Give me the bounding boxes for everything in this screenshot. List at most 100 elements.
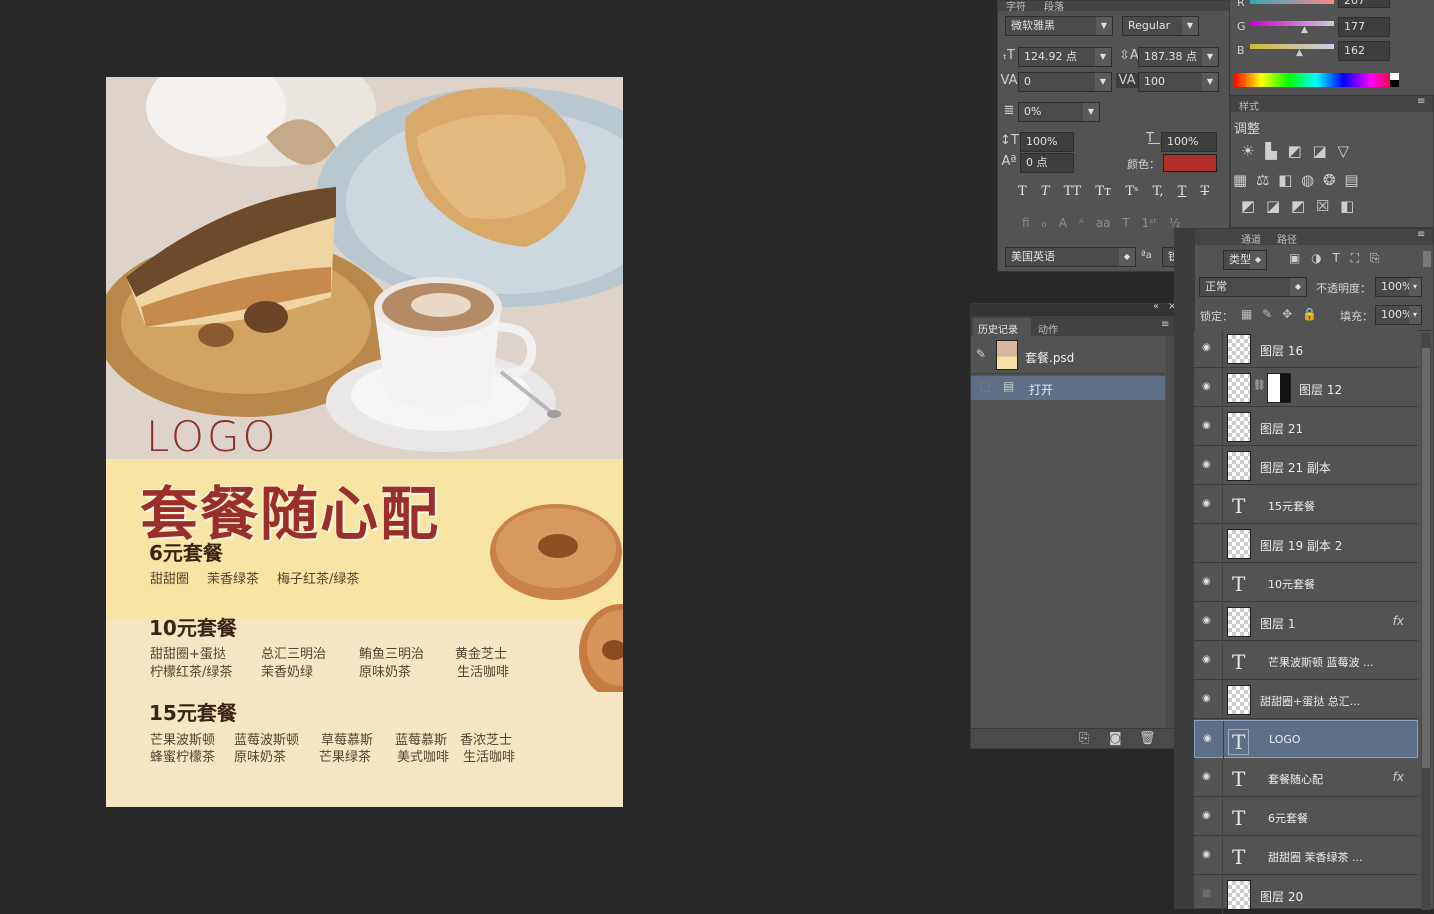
- layer-row[interactable]: ◉ 图层 16: [1194, 330, 1418, 368]
- eye-icon[interactable]: ◉: [1202, 654, 1216, 666]
- history-step-open[interactable]: ▤ 打开: [971, 376, 1165, 400]
- eye-icon[interactable]: ◉: [1202, 459, 1216, 471]
- tab-paths[interactable]: 路径: [1277, 231, 1297, 246]
- invert-icon[interactable]: ◩: [1241, 197, 1255, 215]
- brightness-icon[interactable]: ☀: [1241, 142, 1254, 160]
- pixel-filter-icon[interactable]: ▣: [1289, 251, 1300, 265]
- tab-actions[interactable]: 动作: [1038, 321, 1058, 336]
- eye-hidden-icon[interactable]: □: [1202, 537, 1216, 549]
- layer-row[interactable]: ◉ T 芒果波斯顿 蓝莓波 ...: [1194, 642, 1418, 680]
- b-slider-thumb-icon[interactable]: ▲: [1296, 48, 1303, 58]
- underline-icon[interactable]: T: [1178, 184, 1187, 199]
- levels-icon[interactable]: ▙: [1265, 142, 1277, 160]
- tab-styles[interactable]: 样式: [1239, 98, 1259, 113]
- font-style-select[interactable]: Regular ▼: [1122, 16, 1199, 36]
- lock-all-icon[interactable]: 🔒: [1302, 307, 1317, 321]
- history-brush-icon[interactable]: ✎: [976, 347, 986, 361]
- eye-icon[interactable]: ◉: [1202, 810, 1216, 822]
- language-select[interactable]: 美国英语 ◆: [1005, 247, 1136, 267]
- bw-swatch[interactable]: [1390, 73, 1399, 87]
- horizontal-scale-input[interactable]: 100%: [1161, 132, 1217, 152]
- blend-mode-select[interactable]: 正常 ◆: [1199, 277, 1307, 297]
- chain-link-icon[interactable]: ⛓: [1253, 380, 1266, 391]
- layer-effects-icon[interactable]: fx: [1393, 614, 1404, 628]
- layer-row[interactable]: ◉ ⛓ 图层 12: [1194, 369, 1418, 407]
- layer-row-selected[interactable]: ◉ T LOGO: [1194, 720, 1418, 759]
- kerning-select[interactable]: 0 ▼: [1018, 72, 1112, 92]
- lock-paint-icon[interactable]: ✎: [1262, 307, 1272, 321]
- eye-icon[interactable]: ◉: [1202, 576, 1216, 588]
- r-input[interactable]: 207: [1338, 0, 1390, 8]
- collapse-icon[interactable]: «: [1153, 301, 1159, 312]
- eye-icon[interactable]: ◉: [1202, 420, 1216, 432]
- faux-italic-icon[interactable]: T: [1041, 184, 1050, 199]
- eye-icon[interactable]: ◉: [1202, 381, 1216, 393]
- eye-icon[interactable]: ◉: [1203, 733, 1217, 745]
- ordinal-icon[interactable]: T: [1122, 216, 1129, 230]
- font-family-select[interactable]: 微软雅黑 ▼: [1005, 16, 1113, 36]
- eye-icon[interactable]: ◉: [1202, 498, 1216, 510]
- lock-move-icon[interactable]: ✥: [1282, 307, 1292, 321]
- eye-icon[interactable]: ◉: [1202, 693, 1216, 705]
- camera-icon[interactable]: ◙: [1109, 731, 1122, 746]
- b-slider[interactable]: [1250, 44, 1334, 49]
- trash-icon[interactable]: 🗑: [1139, 731, 1156, 746]
- layer-filter-select[interactable]: 类型 ◆: [1223, 250, 1267, 270]
- layer-row[interactable]: ▦ 图层 20: [1194, 876, 1418, 914]
- tsume-select[interactable]: 0% ▼: [1018, 102, 1100, 122]
- tab-character[interactable]: 字符: [1006, 0, 1026, 13]
- stylistic-icon[interactable]: A: [1059, 216, 1067, 230]
- vibrance-icon[interactable]: ▽: [1338, 142, 1350, 160]
- all-caps-icon[interactable]: TT: [1064, 184, 1082, 199]
- black-white-icon[interactable]: ◧: [1278, 171, 1292, 189]
- layer-row[interactable]: ◉ T 甜甜圈 茉香绿茶 ...: [1194, 837, 1418, 875]
- new-document-icon[interactable]: ⎘: [1079, 731, 1089, 746]
- opacity-select[interactable]: 100% ▾: [1375, 277, 1422, 297]
- layer-effects-icon[interactable]: fx: [1393, 770, 1404, 784]
- baseline-shift-input[interactable]: 0 点: [1020, 153, 1074, 173]
- channel-mixer-icon[interactable]: ❂: [1323, 171, 1336, 189]
- lock-transparent-icon[interactable]: ▦: [1241, 307, 1252, 321]
- smart-filter-icon[interactable]: ⎘: [1370, 251, 1380, 265]
- fill-select[interactable]: 100% ▾: [1375, 305, 1422, 325]
- ligature-icon[interactable]: fi: [1022, 216, 1030, 230]
- tracking-select[interactable]: 100 ▼: [1138, 72, 1219, 92]
- vertical-scale-input[interactable]: 100%: [1020, 132, 1074, 152]
- superscript-icon[interactable]: Tˢ: [1125, 184, 1138, 199]
- titling-icon[interactable]: ᴬ: [1079, 216, 1084, 230]
- text-color-swatch[interactable]: [1163, 154, 1217, 172]
- tab-paragraph[interactable]: 段落: [1044, 0, 1064, 13]
- eye-icon[interactable]: ◉: [1202, 849, 1216, 861]
- layer-mask-thumbnail[interactable]: [1267, 373, 1291, 403]
- panel-menu-icon[interactable]: ≡: [1417, 96, 1425, 107]
- layer-row[interactable]: □ 图层 19 副本 2: [1194, 525, 1418, 563]
- layers-scrollbar[interactable]: [1421, 333, 1431, 910]
- layer-row[interactable]: ◉ T 6元套餐: [1194, 798, 1418, 836]
- eye-icon[interactable]: ◉: [1202, 342, 1216, 354]
- tab-channels[interactable]: 通道: [1241, 231, 1261, 246]
- subscript-icon[interactable]: T,: [1153, 184, 1164, 199]
- shape-filter-icon[interactable]: ⛶: [1351, 251, 1359, 265]
- g-slider-thumb-icon[interactable]: ▲: [1301, 25, 1308, 35]
- adjustment-filter-icon[interactable]: ◑: [1311, 251, 1321, 265]
- type-style-buttons[interactable]: T T TT Tт Tˢ T, T T: [1018, 184, 1218, 204]
- hue-saturation-icon[interactable]: ▦: [1233, 171, 1247, 189]
- history-snapshot-row[interactable]: ✎ 套餐.psd: [971, 336, 1165, 374]
- type-filter-icon[interactable]: T: [1332, 251, 1339, 265]
- contextual-icon[interactable]: aa: [1096, 216, 1111, 230]
- eye-icon[interactable]: ◉: [1202, 615, 1216, 627]
- small-caps-icon[interactable]: Tт: [1095, 184, 1111, 199]
- layer-row[interactable]: ◉ T 10元套餐: [1194, 564, 1418, 602]
- filter-toggle[interactable]: [1423, 251, 1431, 267]
- layer-row[interactable]: ◉ T 套餐随心配 fx: [1194, 759, 1418, 797]
- g-slider[interactable]: [1250, 21, 1334, 26]
- layer-row[interactable]: ◉ 图层 1 fx: [1194, 603, 1418, 641]
- eye-hidden-icon[interactable]: ▦: [1202, 888, 1216, 900]
- swash-icon[interactable]: ℴ: [1041, 216, 1047, 230]
- r-slider[interactable]: [1250, 0, 1334, 4]
- b-input[interactable]: 162: [1338, 41, 1390, 61]
- curves-icon[interactable]: ◩: [1288, 142, 1302, 160]
- history-source-checkbox[interactable]: [980, 382, 990, 392]
- eye-icon[interactable]: ◉: [1202, 771, 1216, 783]
- posterize-icon[interactable]: ◪: [1266, 197, 1280, 215]
